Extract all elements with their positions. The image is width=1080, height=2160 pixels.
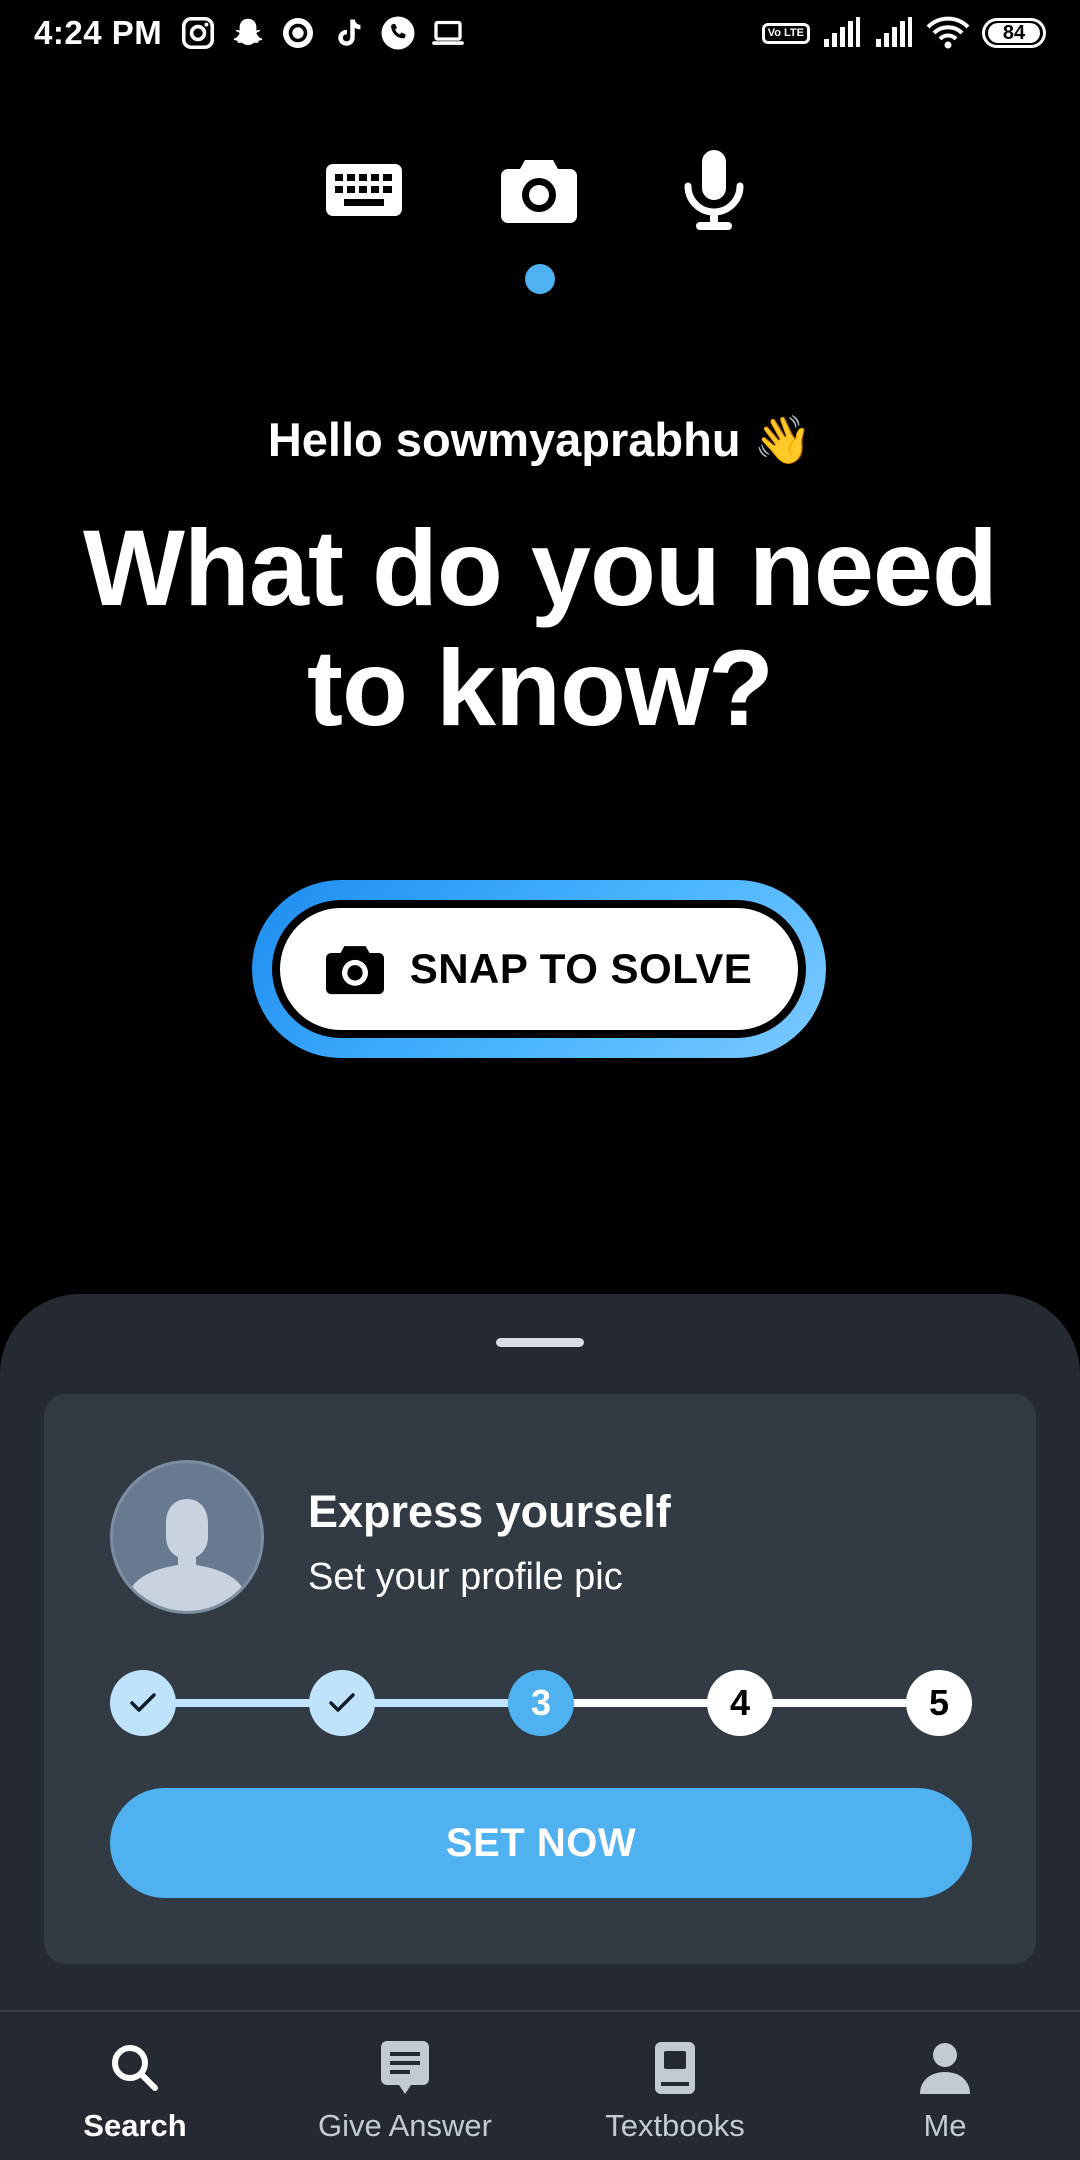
nav-label-search: Search	[83, 2108, 187, 2143]
progress-step-4: 4	[707, 1670, 773, 1736]
wifi-icon	[926, 16, 970, 49]
tiktok-icon	[338, 19, 361, 46]
sheet-drag-handle[interactable]	[496, 1338, 584, 1347]
card-subtitle: Set your profile pic	[308, 1556, 623, 1598]
app-screen: 4:24 PM Vo LTE 84 Hello sowmyaprabhu 👋 W…	[0, 0, 1080, 2160]
avatar[interactable]	[110, 1460, 264, 1614]
progress-step-1	[110, 1670, 176, 1736]
greeting-text: Hello sowmyaprabhu 👋	[267, 413, 813, 466]
nav-item-give-answer[interactable]: Give Answer	[270, 2012, 540, 2160]
onboarding-progress: 3 4 5	[110, 1670, 972, 1736]
mode-indicator-dot	[525, 264, 555, 294]
bottom-navigation: Search Give Answer Textbooks Me	[0, 2010, 1080, 2160]
nav-item-textbooks[interactable]: Textbooks	[540, 2012, 810, 2160]
signal-icon	[824, 17, 860, 47]
keyboard-icon	[326, 164, 402, 216]
input-mode-switcher	[0, 150, 1080, 230]
notification-icons	[180, 14, 466, 52]
card-title: Express yourself	[308, 1486, 671, 1537]
system-icons: Vo LTE 84	[761, 14, 1046, 52]
check-icon	[329, 1693, 355, 1712]
answer-icon	[377, 2040, 433, 2096]
microphone-icon	[684, 150, 744, 230]
book-icon	[647, 2040, 703, 2096]
microphone-mode-button[interactable]	[669, 150, 759, 230]
battery-level: 84	[988, 23, 1040, 43]
circle-app-icon	[283, 18, 313, 48]
status-time: 4:24 PM	[34, 14, 163, 51]
progress-step-3: 3	[508, 1670, 574, 1736]
snap-button-label: SNAP TO SOLVE	[409, 945, 753, 992]
snap-button-face: SNAP TO SOLVE	[280, 908, 798, 1030]
keyboard-mode-button[interactable]	[319, 150, 409, 230]
camera-icon	[325, 946, 384, 995]
check-icon	[130, 1693, 156, 1712]
nav-item-me[interactable]: Me	[810, 2012, 1080, 2160]
instagram-icon	[181, 16, 215, 50]
bottom-sheet: Express yourself Set your profile pic 3 …	[0, 1294, 1080, 2014]
snap-to-solve-button[interactable]: SNAP TO SOLVE	[252, 880, 826, 1058]
signal-icon	[876, 17, 912, 47]
progress-step-2	[309, 1670, 375, 1736]
phone-icon	[381, 16, 415, 50]
search-icon	[107, 2040, 163, 2096]
battery-icon: 84	[982, 18, 1046, 48]
nav-label-give-answer: Give Answer	[317, 2108, 492, 2143]
onboarding-card: Express yourself Set your profile pic 3 …	[44, 1394, 1036, 1964]
camera-mode-button[interactable]	[494, 150, 584, 230]
nav-label-textbooks: Textbooks	[605, 2108, 745, 2143]
status-bar: 4:24 PM Vo LTE 84	[0, 0, 1080, 66]
avatar-placeholder-icon	[132, 1499, 242, 1611]
volte-icon: Vo LTE	[761, 22, 810, 44]
progress-step-5: 5	[906, 1670, 972, 1736]
snap-button-border: SNAP TO SOLVE	[272, 900, 806, 1038]
laptop-icon	[432, 20, 464, 45]
set-now-button[interactable]: SET NOW	[110, 1788, 972, 1898]
snapchat-icon	[233, 18, 263, 45]
camera-icon	[501, 160, 577, 223]
page-headline: What do you need to know?	[83, 507, 998, 748]
nav-label-me: Me	[923, 2108, 967, 2143]
nav-item-search[interactable]: Search	[0, 2012, 270, 2160]
profile-icon	[917, 2040, 973, 2096]
